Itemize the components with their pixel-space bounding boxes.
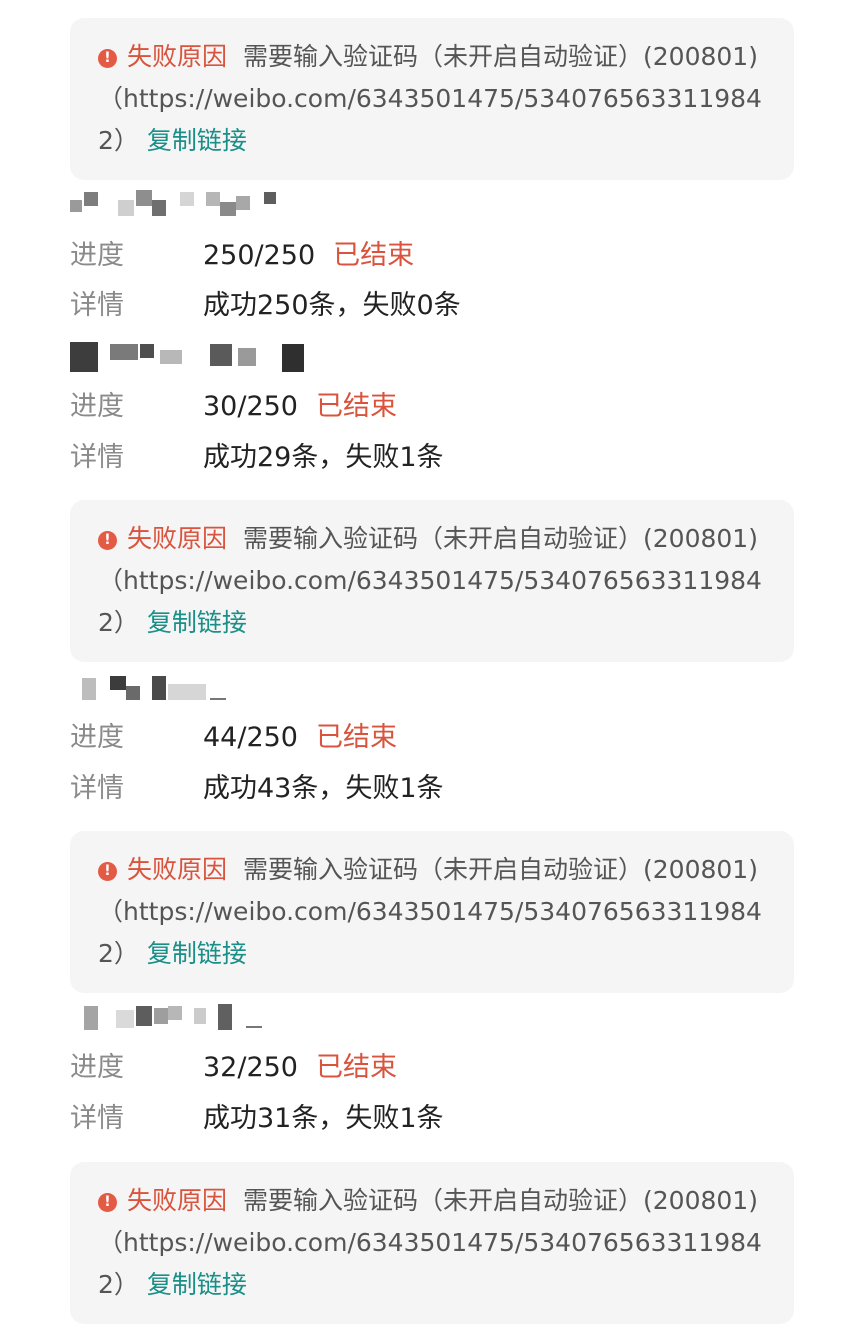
error-icon: ! (98, 531, 117, 550)
error-box: ! 失败原因 需要输入验证码（未开启自动验证）(200801)（https://we… (70, 18, 794, 180)
progress-label: 进度 (70, 240, 124, 271)
detail-row: 详情 成功43条，失败1条 (70, 769, 444, 809)
progress-row: 进度 30/250 已结束 (70, 387, 397, 427)
error-box: ! 失败原因 需要输入验证码（未开启自动验证）(200801)（https://we… (70, 500, 794, 662)
progress-row: 进度 32/250 已结束 (70, 1048, 397, 1088)
detail-row: 详情 成功31条，失败1条 (70, 1099, 444, 1139)
copy-link-button[interactable]: 复制链接 (147, 1270, 247, 1299)
task-name-redacted (70, 190, 280, 224)
task-name-redacted (70, 342, 305, 376)
error-label: 失败原因 (127, 524, 228, 553)
detail-label: 详情 (70, 290, 124, 321)
detail-value: 成功31条，失败1条 (203, 1103, 444, 1134)
detail-value: 成功43条，失败1条 (203, 773, 444, 804)
detail-value: 成功250条，失败0条 (203, 290, 461, 321)
progress-label: 进度 (70, 391, 124, 422)
progress-value: 44/250 (203, 722, 298, 753)
progress-value: 32/250 (203, 1052, 298, 1083)
error-label: 失败原因 (127, 1186, 228, 1215)
error-icon: ! (98, 49, 117, 68)
progress-value: 250/250 (203, 240, 316, 271)
status-badge: 已结束 (333, 240, 415, 271)
detail-value: 成功29条，失败1条 (203, 442, 444, 473)
copy-link-button[interactable]: 复制链接 (147, 126, 247, 155)
progress-label: 进度 (70, 1052, 124, 1083)
error-label: 失败原因 (127, 855, 228, 884)
progress-label: 进度 (70, 722, 124, 753)
detail-label: 详情 (70, 773, 124, 804)
status-badge: 已结束 (316, 1052, 397, 1083)
error-box: ! 失败原因 需要输入验证码（未开启自动验证）(200801)（https://we… (70, 831, 794, 993)
error-label: 失败原因 (127, 42, 228, 71)
detail-label: 详情 (70, 1103, 124, 1134)
error-icon: ! (98, 862, 117, 881)
copy-link-button[interactable]: 复制链接 (147, 939, 247, 968)
status-badge: 已结束 (316, 722, 397, 753)
progress-value: 30/250 (203, 391, 298, 422)
progress-row: 进度 44/250 已结束 (70, 718, 397, 758)
task-name-redacted (70, 674, 230, 708)
task-name-redacted (70, 1002, 270, 1036)
error-icon: ! (98, 1193, 117, 1212)
status-badge: 已结束 (316, 391, 397, 422)
detail-row: 详情 成功250条，失败0条 (70, 286, 461, 326)
progress-row: 进度 250/250 已结束 (70, 236, 414, 276)
detail-row: 详情 成功29条，失败1条 (70, 438, 444, 478)
detail-label: 详情 (70, 442, 124, 473)
error-box: ! 失败原因 需要输入验证码（未开启自动验证）(200801)（https://we… (70, 1162, 794, 1324)
copy-link-button[interactable]: 复制链接 (147, 608, 247, 637)
